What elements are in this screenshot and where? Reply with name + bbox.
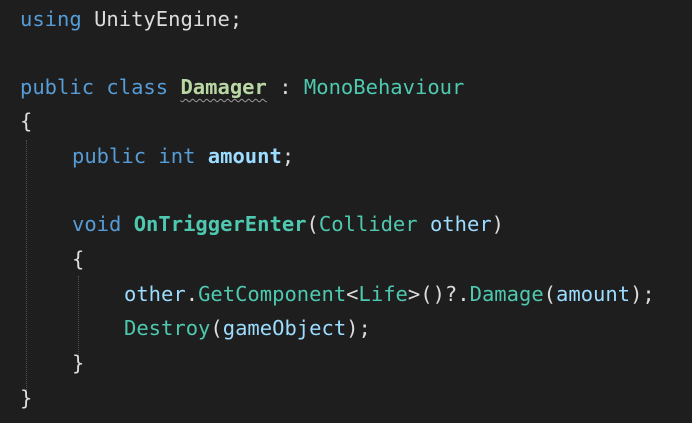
method-damage[interactable]: Damage: [470, 282, 544, 306]
indent-guide-class: [26, 140, 27, 390]
field-name[interactable]: amount: [208, 144, 282, 168]
less-than: <: [346, 282, 359, 306]
open-paren: (: [210, 316, 223, 340]
dot: .: [457, 282, 470, 306]
close-paren: ): [491, 212, 505, 236]
open-brace: {: [20, 109, 33, 133]
code-line-9: other.GetComponent<Life>()?.Damage(amoun…: [124, 277, 655, 311]
method-getcomponent[interactable]: GetComponent: [198, 282, 346, 306]
keyword-public: public: [20, 75, 95, 99]
code-line-11: }: [72, 346, 84, 380]
close-brace: }: [72, 351, 85, 375]
close-brace: }: [20, 386, 33, 410]
colon: :: [279, 75, 292, 99]
class-name[interactable]: Damager: [180, 75, 266, 99]
method-name[interactable]: OnTriggerEnter: [134, 212, 307, 236]
code-line-7: void OnTriggerEnter(Collider other): [72, 207, 504, 241]
keyword-void: void: [72, 212, 122, 236]
code-line-12: }: [20, 381, 32, 415]
semicolon: ;: [229, 7, 243, 31]
variable-other[interactable]: other: [124, 282, 186, 306]
open-brace: {: [72, 247, 85, 271]
generic-type-life[interactable]: Life: [359, 282, 408, 306]
argument-amount[interactable]: amount: [556, 282, 630, 306]
close-paren-semicolon: );: [630, 282, 655, 306]
semicolon: ;: [281, 144, 295, 168]
indent-guide-method: [78, 276, 79, 356]
namespace-name: UnityEngine: [94, 7, 230, 31]
close-paren-semicolon: );: [346, 316, 371, 340]
base-class-name[interactable]: MonoBehaviour: [304, 75, 464, 99]
argument-gameobject[interactable]: gameObject: [223, 316, 346, 340]
keyword-public: public: [72, 144, 147, 168]
open-paren: (: [306, 212, 319, 236]
dot: .: [185, 282, 199, 306]
keyword-using: using: [20, 7, 82, 31]
code-line-3: public class Damager : MonoBehaviour: [20, 70, 464, 104]
code-line-1: using UnityEngine;: [20, 2, 242, 36]
code-line-4: {: [20, 104, 32, 138]
code-line-8: {: [72, 242, 84, 276]
greater-than: >: [407, 282, 421, 306]
method-destroy[interactable]: Destroy: [124, 316, 210, 340]
code-line-10: Destroy(gameObject);: [124, 311, 371, 345]
parameter-type[interactable]: Collider: [319, 212, 418, 236]
keyword-class: class: [106, 75, 169, 99]
open-paren: (: [543, 282, 557, 306]
call-null-conditional: ()?: [420, 282, 458, 306]
parameter-name[interactable]: other: [430, 212, 492, 236]
code-line-5: public int amount;: [72, 139, 294, 173]
code-editor[interactable]: using UnityEngine; public class Damager …: [0, 0, 692, 423]
keyword-int: int: [158, 144, 196, 168]
